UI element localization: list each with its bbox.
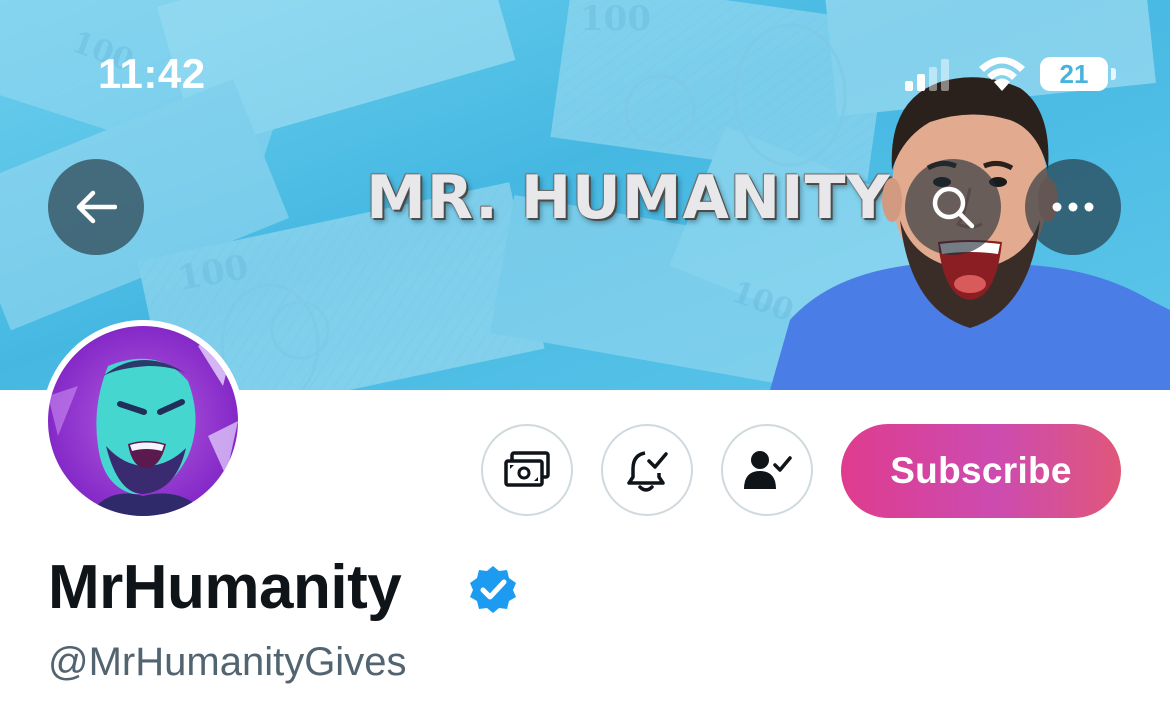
bell-check-icon: [627, 451, 668, 492]
following-button[interactable]: [721, 424, 813, 516]
search-icon: [932, 186, 975, 229]
status-time: 11:42: [98, 50, 206, 97]
more-options-button[interactable]: [1025, 159, 1121, 255]
battery-icon: 21: [1040, 57, 1108, 91]
cellular-signal-icon: [905, 59, 949, 91]
status-indicators: 21: [905, 55, 1125, 95]
person-check-icon: [744, 451, 792, 489]
back-button[interactable]: [48, 159, 144, 255]
profile-handle: @MrHumanityGives: [48, 640, 407, 684]
avatar-image: [48, 326, 238, 516]
money-icon: [504, 451, 550, 487]
notifications-button[interactable]: [601, 424, 693, 516]
svg-text:100: 100: [580, 0, 651, 39]
subscribe-button[interactable]: Subscribe: [841, 424, 1121, 518]
verified-badge-icon: [470, 566, 516, 613]
profile-display-name: MrHumanity: [48, 553, 402, 622]
profile-screen: 100 100 100 100 MR. HUMANITY 11:42 21 Su…: [0, 0, 1170, 728]
search-button[interactable]: [905, 159, 1001, 255]
battery-level: 21: [1059, 59, 1089, 89]
tip-button[interactable]: [481, 424, 573, 516]
battery-tip: [1111, 68, 1116, 80]
arrow-left-icon: [76, 190, 117, 224]
profile-avatar[interactable]: [42, 320, 244, 522]
more-horizontal-icon: [1052, 202, 1094, 212]
wifi-icon: [979, 57, 1025, 91]
